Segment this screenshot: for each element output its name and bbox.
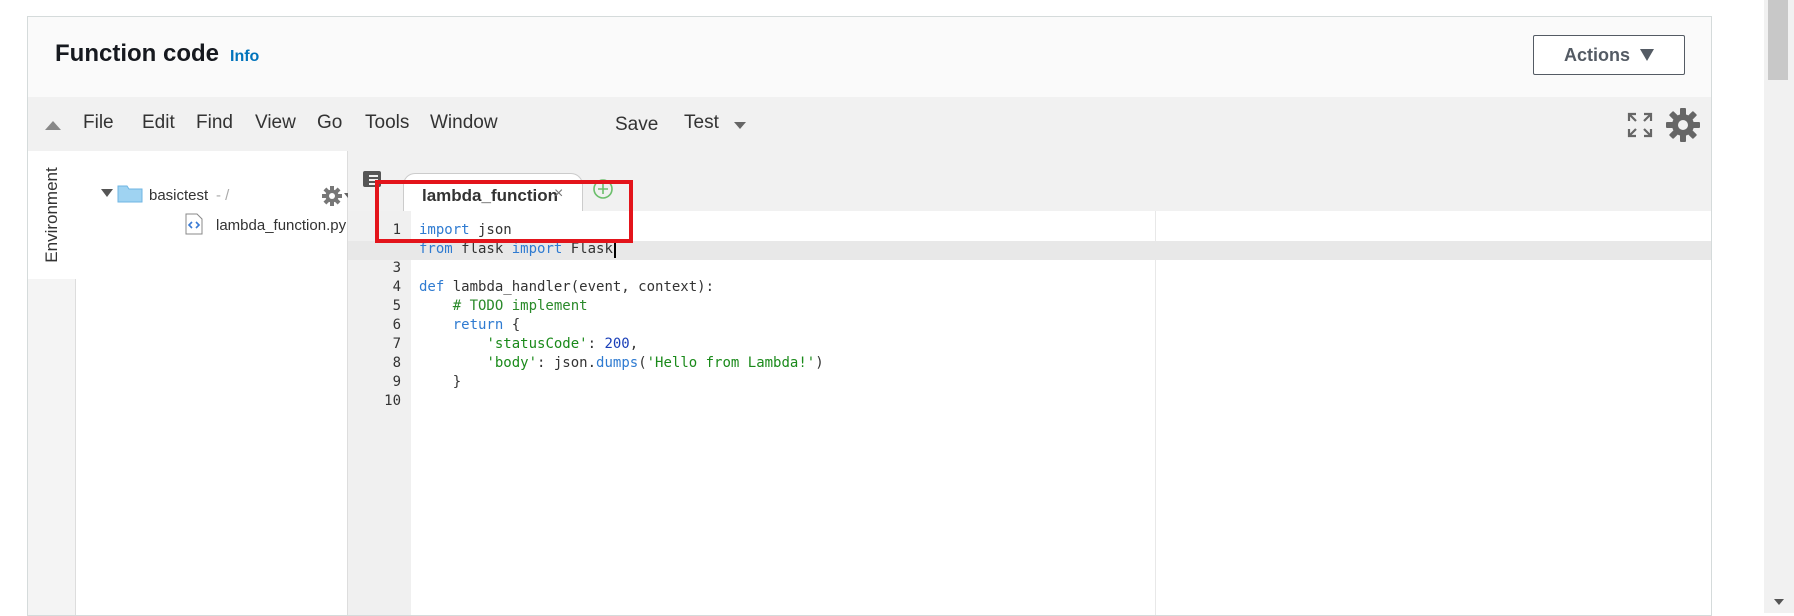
collapse-up-icon[interactable] xyxy=(45,121,61,130)
code-line-5[interactable]: # TODO implement xyxy=(419,297,588,316)
file-lambda-function[interactable]: lambda_function.py xyxy=(216,217,346,234)
test-dropdown-icon[interactable] xyxy=(734,122,746,129)
tree-gear-icon[interactable] xyxy=(321,185,343,207)
ide-toolbar: File Edit Find View Go Tools Window Save… xyxy=(28,97,1711,152)
code-line-7[interactable]: 'statusCode': 200, xyxy=(419,335,638,354)
line-number: 4 xyxy=(392,279,401,295)
caret-down-icon xyxy=(1640,49,1654,61)
print-margin xyxy=(1155,211,1156,615)
scrollbar-thumb[interactable] xyxy=(1768,0,1788,80)
folder-name[interactable]: basictest xyxy=(149,187,208,204)
python-file-icon xyxy=(185,213,203,235)
actions-label: Actions xyxy=(1563,44,1630,65)
page-title: Function code xyxy=(55,40,219,67)
page-scrollbar[interactable] xyxy=(1764,0,1794,613)
menu-find[interactable]: Find xyxy=(196,112,233,134)
line-number: 8 xyxy=(392,355,401,371)
code-line-6[interactable]: return { xyxy=(419,316,520,335)
menu-file[interactable]: File xyxy=(83,112,114,134)
code-line-9[interactable]: } xyxy=(419,373,461,392)
fullscreen-icon[interactable] xyxy=(1627,112,1653,138)
info-link[interactable]: Info xyxy=(230,48,259,66)
line-number: 3 xyxy=(392,260,401,276)
settings-gear-icon[interactable] xyxy=(1665,107,1701,143)
menu-view[interactable]: View xyxy=(255,112,296,134)
menu-go[interactable]: Go xyxy=(317,112,342,134)
function-code-panel: Function code Info Actions File Edit Fin… xyxy=(27,16,1712,616)
line-number-gutter: 1 2 3 4 5 6 7 8 9 10 xyxy=(348,211,411,615)
file-tree: basictest - / lambda_function.py xyxy=(76,151,352,615)
save-button[interactable]: Save xyxy=(615,114,658,136)
environment-tab-label: Environment xyxy=(42,167,61,263)
code-line-4[interactable]: def lambda_handler(event, context): xyxy=(419,278,714,297)
folder-icon xyxy=(117,185,143,203)
code-line-8[interactable]: 'body': json.dumps('Hello from Lambda!') xyxy=(419,354,823,373)
environment-tab[interactable]: Environment xyxy=(28,151,77,279)
menu-edit[interactable]: Edit xyxy=(142,112,175,134)
actions-button[interactable]: Actions xyxy=(1533,35,1685,75)
text-cursor xyxy=(613,240,616,258)
code-editor[interactable]: import json from flask import Flask def … xyxy=(348,211,1711,615)
menu-window[interactable]: Window xyxy=(430,112,498,134)
environment-sidebar: Environment xyxy=(28,151,77,615)
expand-arrow-icon[interactable] xyxy=(101,189,113,197)
line-number: 6 xyxy=(392,317,401,333)
menu-tools[interactable]: Tools xyxy=(365,112,409,134)
line-number: 9 xyxy=(392,374,401,390)
folder-path: - / xyxy=(216,187,230,204)
annotation-highlight-box xyxy=(375,180,633,243)
panel-header: Function code Info Actions xyxy=(28,17,1711,98)
line-number: 10 xyxy=(384,393,401,409)
line-number: 7 xyxy=(392,336,401,352)
test-button[interactable]: Test xyxy=(684,112,719,134)
scroll-down-arrow-icon[interactable] xyxy=(1774,599,1784,605)
line-number: 5 xyxy=(392,298,401,314)
